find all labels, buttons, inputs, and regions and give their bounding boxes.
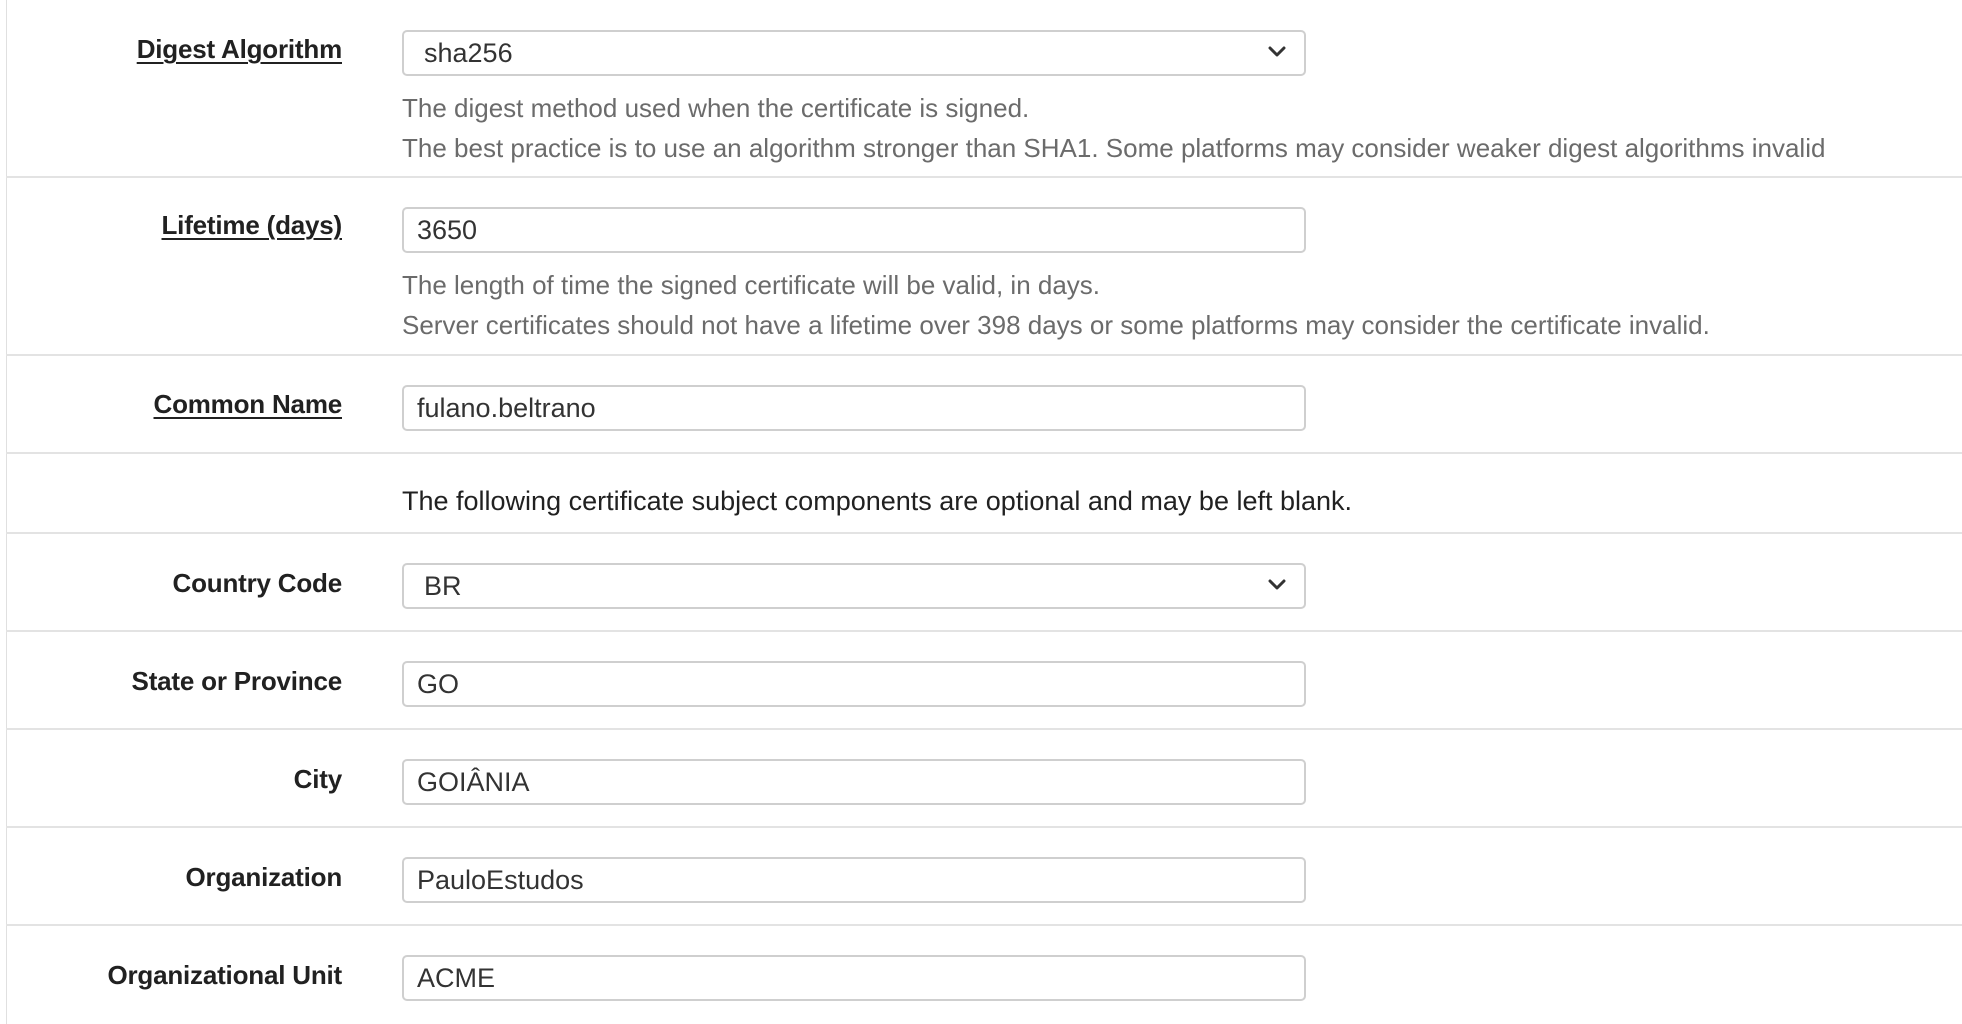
- organization-value: PauloEstudos: [417, 865, 584, 895]
- chevron-down-icon: [1268, 579, 1286, 590]
- digest-algorithm-row: Digest Algorithm sha256 The digest metho…: [6, 0, 1962, 178]
- lifetime-help-1: The length of time the signed certificat…: [402, 270, 1101, 300]
- chevron-down-icon: [1268, 46, 1286, 57]
- organization-input[interactable]: PauloEstudos: [402, 857, 1306, 903]
- city-row: City GOIÂNIA: [6, 730, 1962, 828]
- org-unit-value: ACME: [417, 963, 496, 993]
- org-unit-label: Organizational Unit: [107, 960, 342, 990]
- common-name-input[interactable]: fulano.beltrano: [402, 385, 1306, 431]
- lifetime-help-2: Server certificates should not have a li…: [402, 310, 1710, 340]
- country-code-select[interactable]: BR: [402, 563, 1306, 609]
- org-unit-input[interactable]: ACME: [402, 955, 1306, 1001]
- digest-algorithm-help-2: The best practice is to use an algorithm…: [402, 133, 1826, 163]
- lifetime-label: Lifetime (days): [161, 210, 343, 240]
- common-name-row: Common Name fulano.beltrano: [6, 356, 1962, 454]
- city-input[interactable]: GOIÂNIA: [402, 759, 1306, 805]
- state-label: State or Province: [131, 666, 343, 696]
- optional-note-row: The following certificate subject compon…: [6, 454, 1962, 534]
- common-name-label: Common Name: [153, 389, 343, 419]
- certificate-form: Digest Algorithm sha256 The digest metho…: [0, 0, 1962, 1024]
- state-input[interactable]: GO: [402, 661, 1306, 707]
- city-value: GOIÂNIA: [417, 767, 530, 797]
- city-label: City: [293, 764, 343, 794]
- country-code-row: Country Code BR: [6, 534, 1962, 632]
- lifetime-row: Lifetime (days) 3650 The length of time …: [6, 178, 1962, 356]
- digest-algorithm-help-1: The digest method used when the certific…: [402, 93, 1030, 123]
- digest-algorithm-label: Digest Algorithm: [136, 34, 342, 64]
- lifetime-value: 3650: [417, 215, 478, 245]
- country-code-value: BR: [424, 571, 462, 601]
- state-value: GO: [417, 669, 460, 699]
- org-unit-row: Organizational Unit ACME: [6, 926, 1962, 1024]
- optional-components-note: The following certificate subject compon…: [402, 486, 1353, 516]
- digest-algorithm-value: sha256: [424, 38, 513, 68]
- lifetime-input[interactable]: 3650: [402, 207, 1306, 253]
- country-code-label: Country Code: [172, 568, 343, 598]
- common-name-value: fulano.beltrano: [417, 393, 596, 423]
- organization-label: Organization: [185, 862, 343, 892]
- digest-algorithm-select[interactable]: sha256: [402, 30, 1306, 76]
- organization-row: Organization PauloEstudos: [6, 828, 1962, 926]
- state-row: State or Province GO: [6, 632, 1962, 730]
